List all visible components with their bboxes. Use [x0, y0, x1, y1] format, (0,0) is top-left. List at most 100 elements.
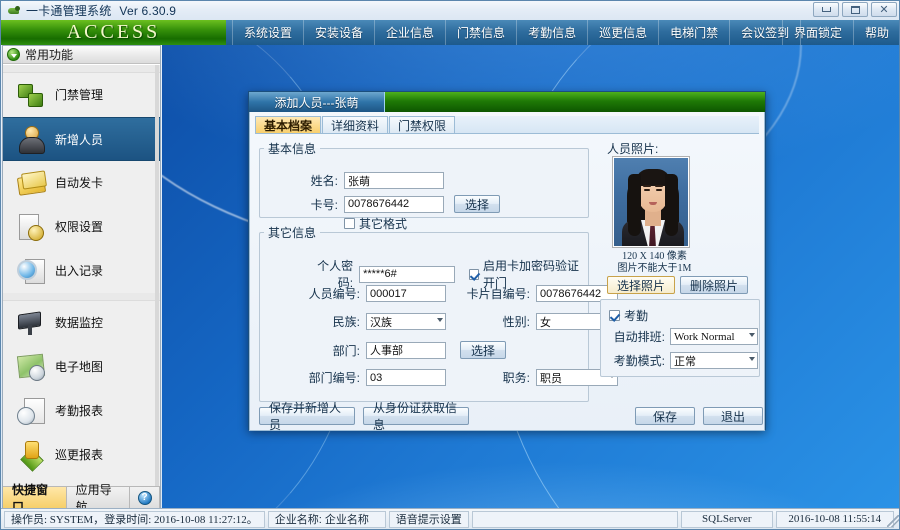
status-database: SQLServer: [680, 510, 773, 528]
sidebar-item-add-person[interactable]: 新增人员: [3, 117, 160, 161]
status-company: 企业名称: 企业名称: [267, 510, 386, 528]
sidebar-item-emap[interactable]: 电子地图: [3, 345, 160, 389]
sidebar-item-label: 新增人员: [55, 132, 104, 147]
department-select-button[interactable]: 选择: [460, 341, 506, 359]
sidebar-item-label: 数据监控: [55, 316, 104, 330]
chevron-down-icon: [749, 333, 755, 337]
sidebar-item-label: 出入记录: [55, 264, 104, 278]
menu-item-install-device[interactable]: 安装设备: [304, 20, 376, 45]
sidebar-item-data-monitor[interactable]: 数据监控: [3, 301, 160, 345]
access-logo: ACCESS: [1, 20, 226, 45]
sidebar-item-permission[interactable]: 权限设置: [3, 205, 160, 249]
sidebar-item-access-record[interactable]: 出入记录: [3, 249, 160, 293]
main-menu-bar: 系统设置 安装设备 企业信息 门禁信息 考勤信息 巡更信息 电梯门禁 会议签到: [232, 20, 802, 45]
department-no-input[interactable]: [366, 369, 446, 386]
save-button[interactable]: 保存: [635, 407, 695, 425]
sidebar-header[interactable]: 常用功能: [3, 46, 160, 64]
sidebar-item-door-access[interactable]: 门禁管理: [3, 73, 160, 117]
photo-hints: 120 X 140 像素 图片不能大于1M: [602, 251, 707, 275]
window-title-text: 一卡通管理系统: [26, 4, 112, 18]
add-person-icon: [16, 124, 46, 154]
sidebar-tab-quick-window[interactable]: 快捷窗口: [3, 483, 67, 514]
name-label: 姓名:: [310, 174, 338, 188]
menu-item-elevator-access[interactable]: 电梯门禁: [659, 20, 731, 45]
menu-item-enterprise-info[interactable]: 企业信息: [375, 20, 447, 45]
menu-item-system-settings[interactable]: 系统设置: [232, 20, 305, 45]
main-banner: ACCESS 系统设置 安装设备 企业信息 门禁信息 考勤信息 巡更信息 电梯门…: [1, 20, 899, 45]
status-datetime: 2016-10-08 11:55:14: [775, 510, 894, 528]
app-logo-icon: [7, 5, 21, 17]
access-logo-text: ACCESS: [66, 21, 161, 43]
card-no-input[interactable]: [344, 195, 444, 213]
position-label: 职务:: [502, 371, 530, 385]
sidebar-help-button[interactable]: ?: [130, 487, 161, 508]
sidebar-item-auto-card[interactable]: 自动发卡: [3, 161, 160, 205]
tab-access-permission[interactable]: 门禁权限: [389, 116, 456, 133]
read-id-card-button[interactable]: 从身份证获取信息: [363, 401, 469, 432]
attendance-report-icon: [16, 396, 46, 426]
select-photo-button[interactable]: 选择照片: [607, 276, 676, 294]
dialog-title: 添加人员---张萌: [249, 92, 384, 112]
chevron-down-icon: [7, 48, 20, 61]
minimize-button[interactable]: [813, 2, 839, 17]
os-title-bar: 一卡通管理系统 Ver 6.30.9 ✕: [1, 1, 899, 20]
resize-grip-icon[interactable]: [887, 515, 899, 527]
elevator-icon: [16, 484, 46, 487]
sidebar-tab-app-navigation[interactable]: 应用导航: [67, 483, 131, 514]
status-voice-settings[interactable]: 语音提示设置: [388, 510, 469, 528]
maximize-button[interactable]: [842, 2, 868, 17]
close-button[interactable]: ✕: [871, 2, 897, 17]
sidebar-list: 门禁管理 新增人员 自动发卡 权限设置 出入记录 数据监控 电子地图 考勤报表 …: [3, 64, 160, 486]
card-select-button[interactable]: 选择: [454, 195, 500, 213]
nation-label: 民族:: [332, 315, 360, 329]
sidebar-item-label: 巡更报表: [55, 448, 104, 462]
menu-item-patrol-info[interactable]: 巡更信息: [588, 20, 660, 45]
person-photo: [612, 156, 690, 248]
gender-label: 性别:: [502, 315, 530, 329]
person-no-input[interactable]: [366, 285, 446, 302]
data-monitor-icon: [16, 308, 46, 338]
save-and-add-button[interactable]: 保存并新增人员: [259, 401, 355, 432]
exit-button[interactable]: 退出: [703, 407, 763, 425]
attendance-enable-checkbox[interactable]: 考勤: [609, 307, 648, 324]
department-input[interactable]: [366, 341, 446, 359]
menu-item-lock-ui[interactable]: 界面锁定: [781, 20, 854, 45]
attendance-enable-label: 考勤: [624, 309, 649, 323]
tab-detail-info[interactable]: 详细资料: [322, 116, 389, 133]
department-no-label: 部门编号:: [308, 371, 360, 385]
menu-item-access-info[interactable]: 门禁信息: [446, 20, 518, 45]
door-access-icon: [16, 80, 46, 110]
sidebar-item-label: 权限设置: [55, 220, 104, 234]
nation-select[interactable]: 汉族: [366, 313, 446, 330]
status-operator: 操作员: SYSTEM，登录时间: 2016-10-08 11:27:12。: [4, 510, 265, 528]
dialog-title-green-bar: [384, 92, 765, 112]
auto-card-icon: [16, 168, 46, 198]
auto-shift-select[interactable]: Work Normal: [670, 328, 758, 345]
sidebar: 常用功能 门禁管理 新增人员 自动发卡 权限设置 出入记录 数据监控 电子地图 …: [2, 45, 161, 514]
application-window: 一卡通管理系统 Ver 6.30.9 ✕ ACCESS 系统设置 安装设备 企业信…: [0, 0, 900, 530]
card-self-no-label: 卡片自编号:: [466, 287, 530, 301]
menu-item-help[interactable]: 帮助: [854, 20, 899, 45]
checkbox-box: [469, 268, 479, 280]
photo-buttons: 选择照片 删除照片: [607, 276, 749, 294]
access-record-icon: [16, 256, 46, 286]
dialog-content: 基本信息 姓名: 卡号: 选择: [255, 134, 763, 432]
sidebar-item-patrol-report[interactable]: 巡更报表: [3, 433, 160, 477]
attendance-mode-value: 正常: [674, 355, 696, 368]
attendance-mode-select[interactable]: 正常: [670, 352, 758, 369]
status-spacer: [471, 510, 678, 528]
other-info-legend: 其它信息: [268, 226, 317, 240]
checkbox-box: [609, 310, 620, 321]
name-input[interactable]: [344, 172, 444, 189]
menu-item-attendance-info[interactable]: 考勤信息: [517, 20, 589, 45]
tab-basic-profile[interactable]: 基本档案: [255, 116, 322, 133]
personal-password-input[interactable]: [359, 265, 456, 283]
sidebar-footer: 快捷窗口 应用导航 ?: [3, 483, 161, 514]
delete-photo-button[interactable]: 删除照片: [680, 276, 749, 294]
photo-size-hint: 120 X 140 像素: [622, 251, 687, 262]
help-icon: ?: [137, 490, 152, 505]
sidebar-scrollbar[interactable]: [155, 65, 159, 486]
sidebar-item-label: 门禁管理: [55, 88, 104, 102]
sidebar-item-attendance-report[interactable]: 考勤报表: [3, 389, 160, 433]
card-no-label: 卡号:: [310, 197, 338, 212]
